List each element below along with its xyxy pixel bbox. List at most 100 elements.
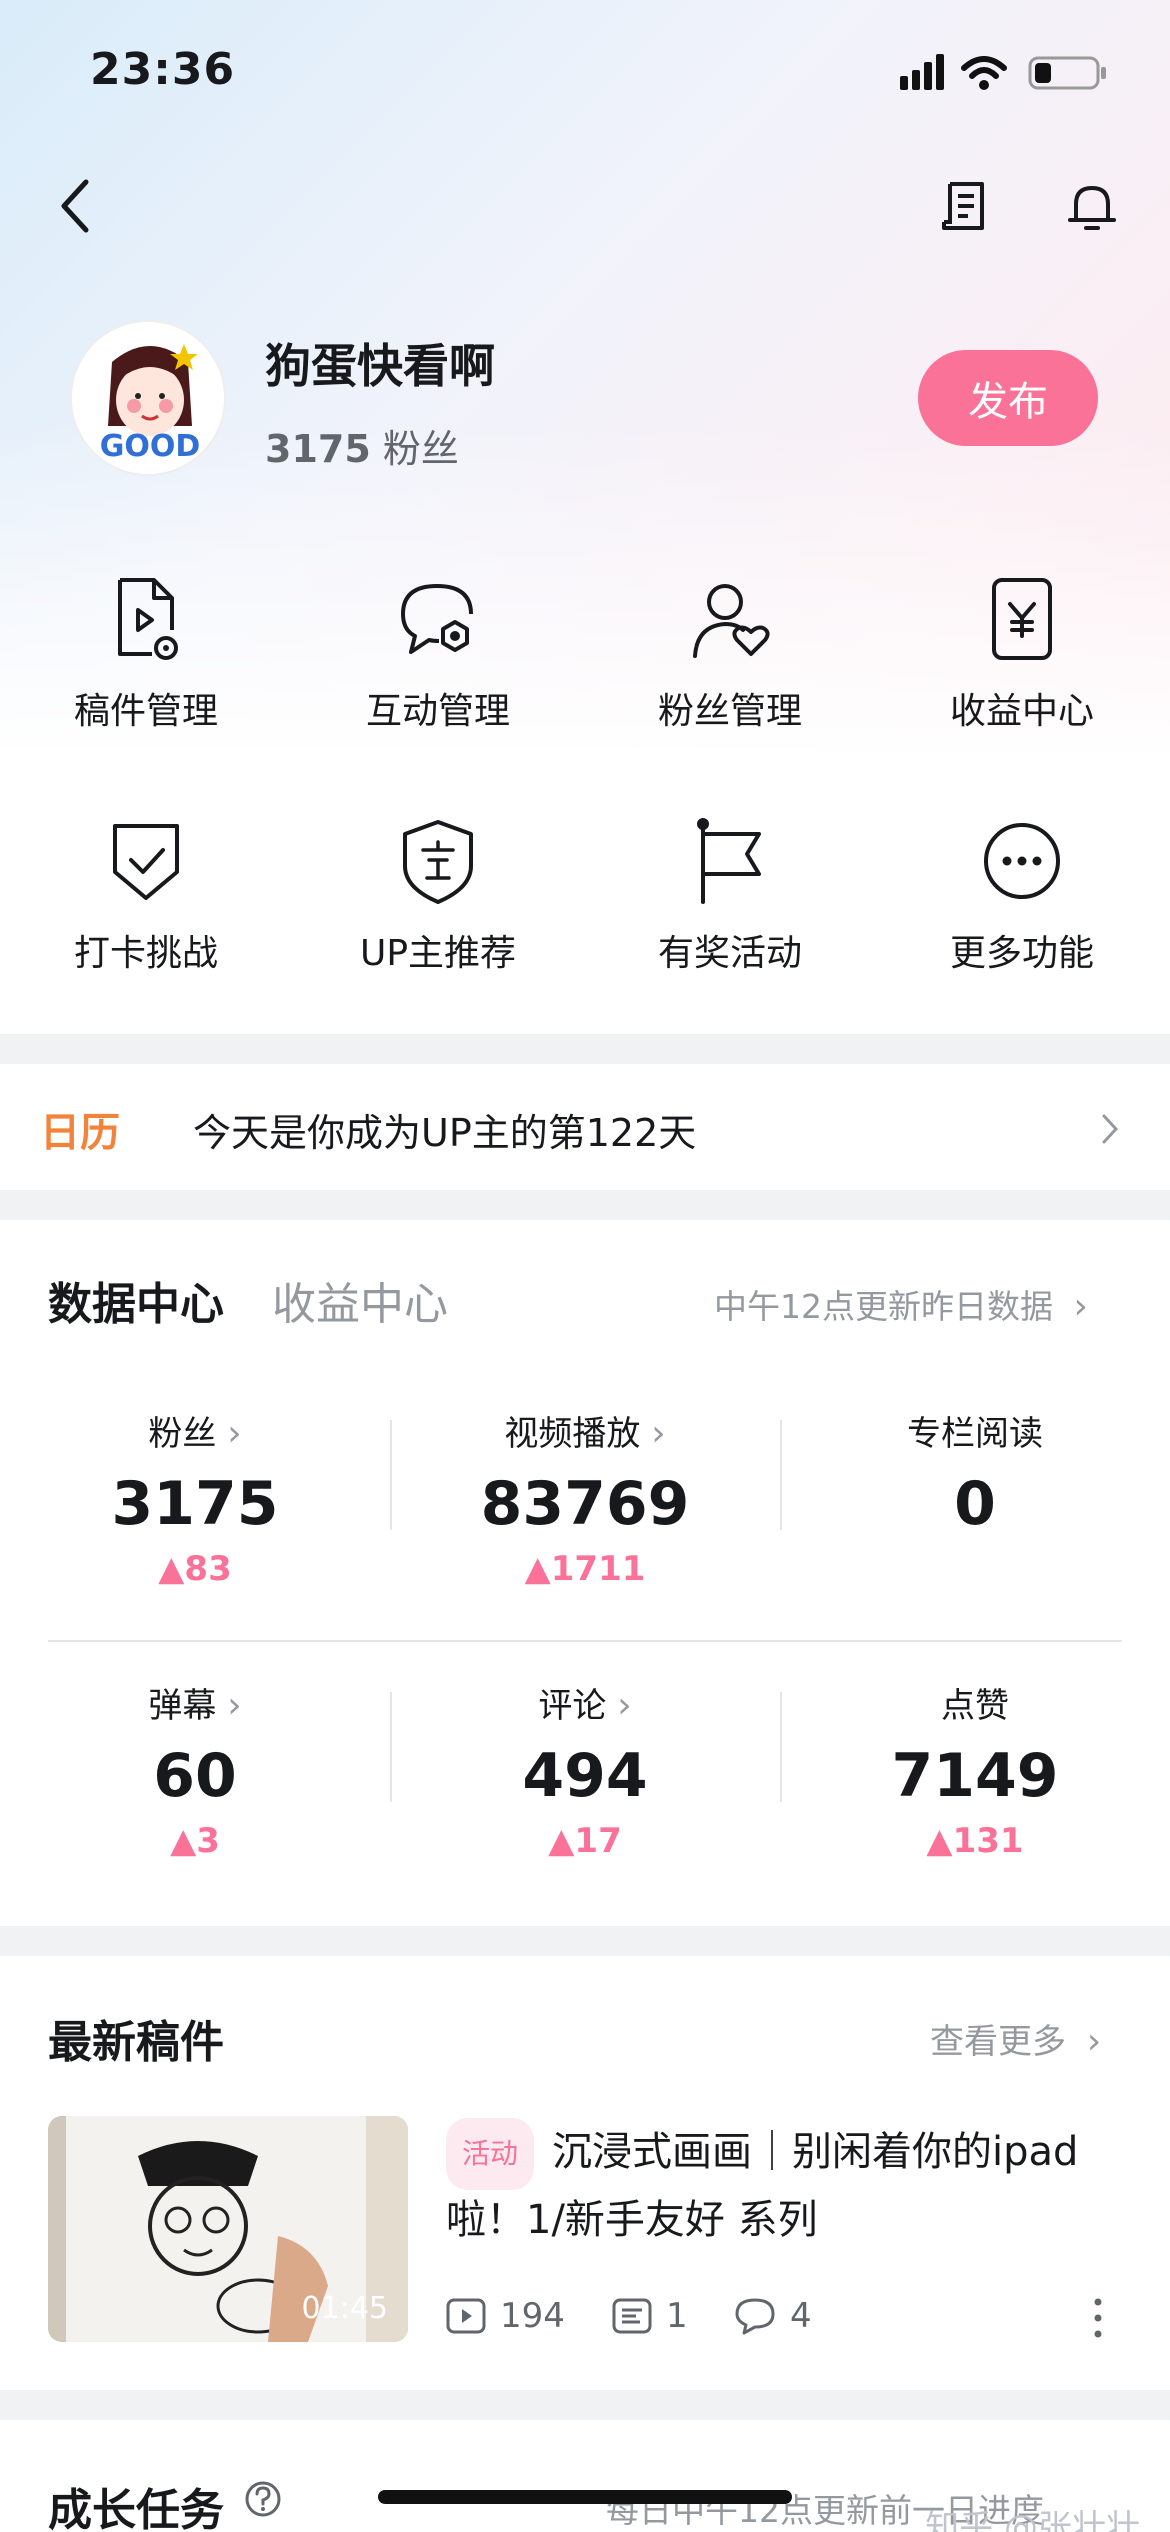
fans-summary[interactable]: 3175 粉丝 — [265, 418, 459, 473]
flag-icon — [697, 818, 761, 904]
signal-icon — [900, 54, 944, 90]
update-note[interactable]: 中午12点更新昨日数据 › — [714, 1280, 1088, 1328]
chevron-right-icon: › — [1086, 2021, 1102, 2062]
up-triangle-icon: ▲ — [524, 1549, 551, 1589]
calendar-label: 日历 — [40, 1110, 120, 1156]
stat-comments[interactable]: 评论 › 494 ▲17 — [390, 1678, 780, 1861]
video-thumbnail[interactable]: 01:45 — [48, 2116, 408, 2342]
stat-likes: 点赞 7149 ▲131 — [780, 1678, 1170, 1861]
quick-action-label: 粉丝管理 — [657, 691, 802, 732]
quick-action-earnings[interactable]: 收益中心 — [876, 574, 1168, 744]
up-triangle-icon: ▲ — [548, 1821, 575, 1861]
stat-video-plays[interactable]: 视频播放 › 83769 ▲1711 — [390, 1406, 780, 1589]
bell-icon[interactable] — [1062, 176, 1122, 236]
home-indicator[interactable] — [378, 2490, 792, 2504]
up-triangle-icon: ▲ — [926, 1821, 953, 1861]
stat-value: 494 — [522, 1741, 648, 1811]
stat-label: 粉丝 — [148, 1414, 217, 1454]
svg-text:GOOD: GOOD — [100, 429, 201, 464]
username: 狗蛋快看啊 — [265, 339, 495, 393]
view-more-label: 查看更多 — [930, 2022, 1066, 2062]
document-play-icon — [118, 578, 178, 660]
stat-value: 7149 — [891, 1741, 1059, 1811]
stat-column-reads: 专栏阅读 0 — [780, 1406, 1170, 1539]
avatar-illustration: GOOD — [72, 322, 224, 474]
manuscript-list-icon[interactable] — [936, 176, 996, 236]
tab-earnings-center[interactable]: 收益中心 — [272, 1268, 448, 1332]
help-circle-icon[interactable] — [244, 2480, 282, 2518]
chevron-right-icon: › — [227, 1413, 242, 1454]
award-badge-icon — [403, 820, 473, 904]
quick-action-more[interactable]: 更多功能 — [876, 816, 1168, 986]
shield-check-icon — [113, 824, 179, 900]
plays-count: 194 — [500, 2296, 565, 2336]
quick-action-label: 互动管理 — [365, 691, 510, 732]
chevron-right-icon: › — [617, 1685, 632, 1726]
quick-action-fans[interactable]: 粉丝管理 — [584, 574, 876, 744]
battery-icon — [1028, 56, 1106, 90]
tab-data-center[interactable]: 数据中心 — [48, 1268, 224, 1332]
stat-value: 60 — [153, 1741, 237, 1811]
back-icon[interactable] — [56, 176, 96, 236]
watermark: 知乎 @张壮壮 — [925, 2508, 1140, 2532]
quick-action-checkin[interactable]: 打卡挑战 — [0, 816, 292, 986]
stat-label: 弹幕 — [148, 1686, 217, 1726]
stat-value: 0 — [954, 1469, 996, 1539]
fans-count: 3175 — [265, 427, 371, 471]
comments-count: 4 — [790, 2296, 812, 2336]
stat-label: 视频播放 — [504, 1414, 641, 1454]
stat-label: 专栏阅读 — [907, 1414, 1043, 1454]
activity-tag: 活动 — [446, 2118, 535, 2190]
up-triangle-icon: ▲ — [158, 1549, 185, 1589]
divider — [48, 1640, 1122, 1642]
play-count-icon — [446, 2298, 486, 2334]
stat-delta: 131 — [952, 1821, 1024, 1861]
chevron-right-icon: › — [651, 1413, 666, 1454]
stat-delta: 1711 — [550, 1549, 646, 1589]
wifi-icon — [961, 56, 1007, 79]
video-comments: 4 — [734, 2296, 812, 2336]
quick-action-label: 有奖活动 — [657, 933, 802, 974]
user-heart-icon — [693, 584, 770, 658]
stat-value: 83769 — [480, 1469, 690, 1539]
stat-delta: 17 — [574, 1821, 622, 1861]
more-dots-icon — [984, 823, 1060, 899]
stat-delta: 83 — [184, 1549, 232, 1589]
latest-works-title: 最新稿件 — [48, 2017, 224, 2068]
stat-label: 点赞 — [941, 1686, 1009, 1726]
stat-value: 3175 — [111, 1469, 279, 1539]
danmaku-count: 1 — [666, 2296, 688, 2336]
status-icons — [900, 54, 1106, 90]
quick-action-rewards[interactable]: 有奖活动 — [584, 816, 876, 986]
quick-action-up-recommend[interactable]: UP主推荐 — [292, 816, 584, 986]
view-more-link[interactable]: 查看更多 › — [930, 2014, 1101, 2063]
fans-label: 粉丝 — [382, 427, 459, 471]
video-title-block[interactable]: 活动 沉浸式画画｜别闲着你的ipad啦！1/新手友好 系列 — [446, 2118, 1126, 2250]
stat-fans[interactable]: 粉丝 › 3175 ▲83 — [0, 1406, 390, 1589]
status-time: 23:36 — [90, 44, 236, 95]
more-vertical-icon[interactable] — [1090, 2296, 1106, 2340]
up-triangle-icon: ▲ — [170, 1821, 197, 1861]
danmaku-icon — [612, 2298, 652, 2334]
quick-action-interaction[interactable]: 互动管理 — [292, 574, 584, 744]
video-danmaku: 1 — [612, 2296, 688, 2336]
stat-delta: 3 — [196, 1821, 220, 1861]
chevron-right-icon — [1102, 1114, 1119, 1144]
publish-button[interactable]: 发布 — [918, 350, 1098, 446]
video-duration: 01:45 — [301, 2291, 388, 2326]
update-note-text: 中午12点更新昨日数据 — [714, 1287, 1053, 1326]
video-plays: 194 — [446, 2296, 565, 2336]
chevron-right-icon: › — [227, 1685, 242, 1726]
avatar[interactable]: GOOD — [70, 320, 226, 476]
quick-action-label: 收益中心 — [949, 691, 1094, 732]
chevron-right-icon: › — [1073, 1286, 1088, 1327]
quick-action-manuscript[interactable]: 稿件管理 — [0, 574, 292, 744]
chat-gear-icon — [401, 584, 473, 654]
quick-action-label: 更多功能 — [949, 933, 1094, 974]
quick-action-label: 稿件管理 — [73, 691, 218, 732]
growth-tasks-title: 成长任务 — [48, 2485, 224, 2532]
yen-card-icon — [992, 578, 1052, 660]
stat-danmaku[interactable]: 弹幕 › 60 ▲3 — [0, 1678, 390, 1861]
calendar-text: 今天是你成为UP主的第122天 — [193, 1111, 697, 1155]
video-title: 沉浸式画画｜别闲着你的ipad啦！1/新手友好 系列 — [446, 2129, 1079, 2243]
